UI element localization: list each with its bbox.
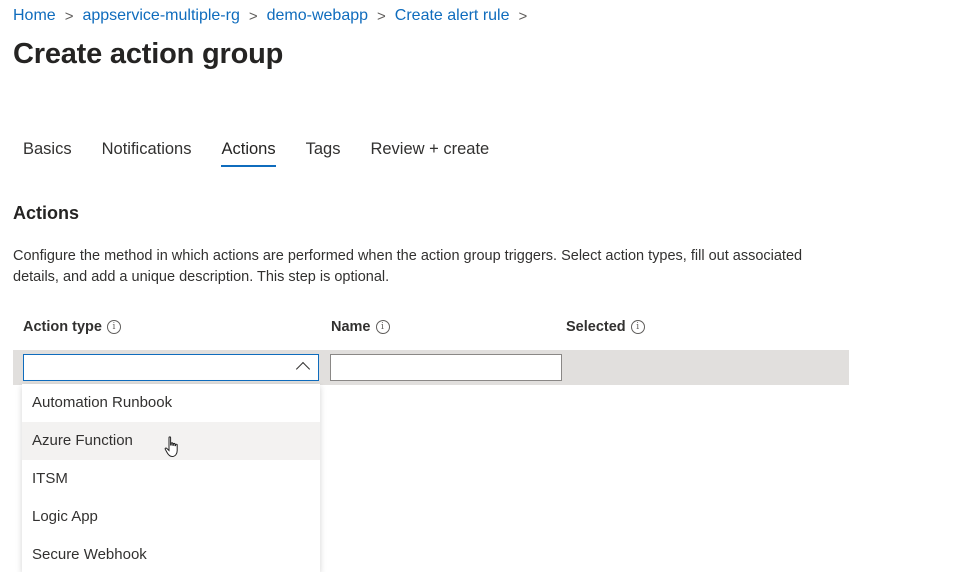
breadcrumb-separator: >	[518, 7, 528, 25]
breadcrumb-separator: >	[377, 7, 386, 25]
column-header-label: Selected	[566, 319, 626, 335]
info-icon[interactable]: i	[375, 320, 390, 334]
option-secure-webhook[interactable]: Secure Webhook	[22, 536, 320, 572]
action-type-select[interactable]	[23, 354, 319, 381]
section-title: Actions	[13, 203, 80, 223]
info-icon[interactable]: i	[106, 320, 121, 334]
column-header-selected: Selected i	[566, 319, 645, 335]
hand-pointer-cursor	[164, 436, 178, 458]
column-header-label: Action type	[23, 319, 102, 335]
action-type-dropdown: Automation Runbook Azure Function ITSM L…	[22, 384, 320, 572]
breadcrumb: Home > appservice-multiple-rg > demo-web…	[13, 7, 536, 25]
chevron-up-icon	[295, 361, 311, 377]
option-automation-runbook[interactable]: Automation Runbook	[22, 384, 320, 422]
tab-actions[interactable]: Actions	[221, 140, 276, 167]
tab-review-create[interactable]: Review + create	[370, 140, 489, 167]
option-logic-app[interactable]: Logic App	[22, 498, 320, 536]
breadcrumb-separator: >	[248, 7, 258, 25]
name-input[interactable]	[330, 354, 562, 381]
info-icon[interactable]: i	[630, 320, 645, 334]
tab-bar: Basics Notifications Actions Tags Review…	[23, 140, 519, 167]
tab-tags[interactable]: Tags	[306, 140, 341, 167]
option-itsm[interactable]: ITSM	[22, 460, 320, 498]
breadcrumb-create-alert-rule[interactable]: Create alert rule	[395, 7, 510, 25]
breadcrumb-separator: >	[64, 7, 74, 25]
page-title: Create action group	[13, 38, 284, 70]
tab-basics[interactable]: Basics	[23, 140, 72, 167]
section-description: Configure the method in which actions ar…	[13, 248, 803, 285]
breadcrumb-home[interactable]: Home	[13, 7, 56, 25]
tab-notifications[interactable]: Notifications	[102, 140, 192, 167]
column-header-label: Name	[331, 319, 371, 335]
breadcrumb-resource-group[interactable]: appservice-multiple-rg	[82, 7, 239, 25]
column-header-action-type: Action type i	[23, 319, 121, 335]
breadcrumb-webapp[interactable]: demo-webapp	[267, 7, 368, 25]
column-header-name: Name i	[331, 319, 390, 335]
